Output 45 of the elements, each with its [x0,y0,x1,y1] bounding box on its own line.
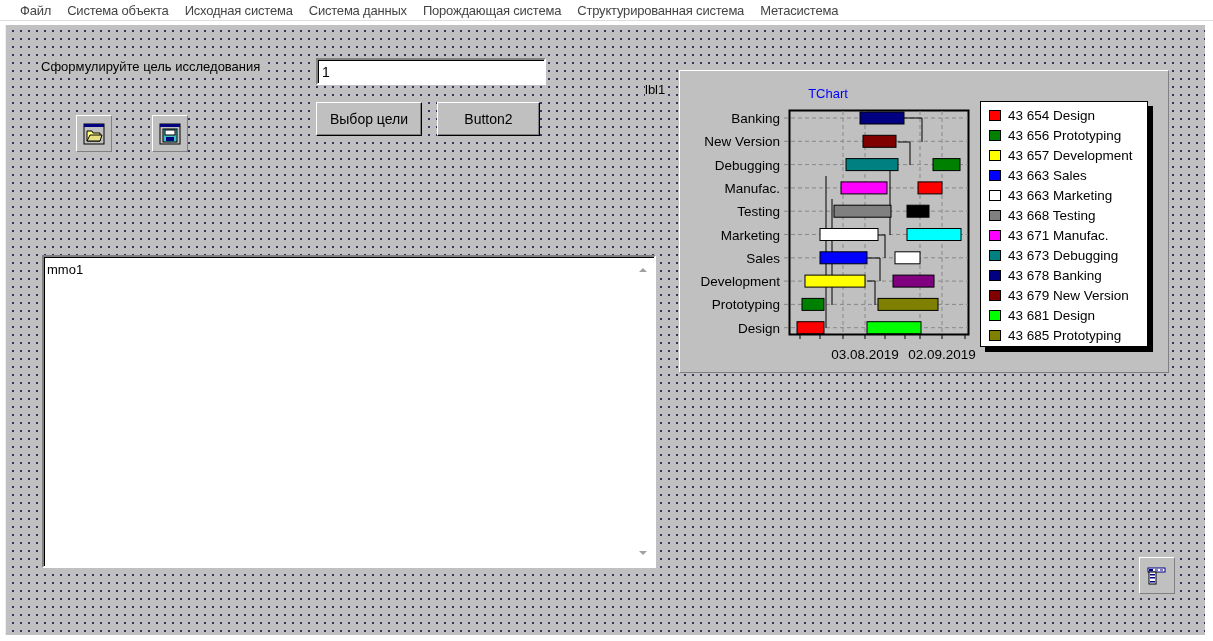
legend-label: 43 681 Design [1008,308,1096,324]
row-label: Testing [737,204,780,220]
open-button[interactable] [76,115,112,152]
axis-tick-label: 02.09.2019 [908,347,976,362]
goal-label: Сформулируйте цель исследования [39,59,263,74]
menu-item[interactable]: Структурированная система [569,2,753,18]
row-label: Debugging [714,157,780,173]
goal-field[interactable]: 1 [316,58,546,85]
legend-label: 43 678 Banking [1008,268,1102,284]
row-label: Sales [746,250,780,266]
legend-label: 43 668 Testing [1008,207,1096,223]
legend-label: 43 663 Marketing [1008,187,1113,203]
row-label: New Version [704,134,780,150]
label: lbl1 [645,82,666,97]
legend-label: 43 673 Debugging [1008,248,1119,264]
chart-title: TChart [808,86,848,101]
legend-label: 43 663 Sales [1008,167,1087,183]
memo-field[interactable]: mmo1 [42,255,656,568]
select-goal-button[interactable]: Выбор цели [316,102,422,136]
menu-component-icon [1146,564,1168,587]
scroll-up-icon[interactable] [638,267,648,273]
row-label: Design [737,320,780,336]
menu-item[interactable]: Файл [12,2,60,18]
menu-item[interactable]: Система объекта [59,2,177,18]
row-label: Banking [731,111,780,126]
row-label: Marketing [720,227,780,243]
row-label: Manufac. [724,180,780,196]
button[interactable]: Button2 [437,102,540,136]
legend-label: 43 654 Design [1008,107,1096,123]
axis-tick-label: 03.08.2019 [831,347,899,362]
menu-item[interactable]: Система данных [300,2,415,18]
legend-label: 43 671 Manufac. [1008,228,1109,243]
folder-icon [83,122,105,145]
save-button[interactable] [152,115,188,152]
menu-item[interactable]: Исходная система [176,2,301,18]
legend-label: 43 685 Prototyping [1008,328,1122,344]
row-label: Prototyping [711,297,780,313]
legend-label: 43 657 Development [1008,147,1133,163]
legend-label: 43 679 New Version [1008,288,1129,304]
legend-label: 43 656 Prototyping [1008,127,1122,143]
row-label: Development [700,274,780,290]
menu-item[interactable]: Порождающая система [414,2,570,18]
scroll-down-icon[interactable] [638,550,648,556]
menu-item[interactable]: Метасистема [752,2,847,18]
component-button[interactable] [1139,557,1175,594]
